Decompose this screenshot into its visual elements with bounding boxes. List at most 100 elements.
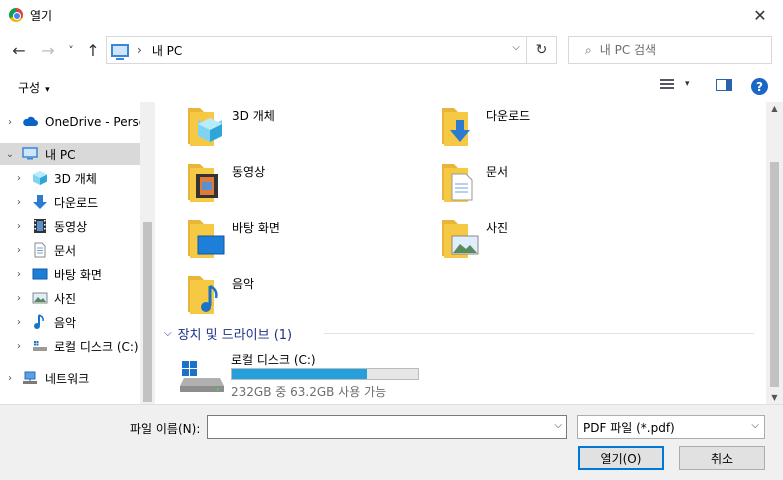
pictures-icon <box>32 292 48 304</box>
tree-item-downloads[interactable]: › 다운로드 <box>0 191 140 213</box>
scroll-down-icon[interactable]: ▼ <box>766 393 783 402</box>
tree-item-label: 3D 개체 <box>54 171 97 186</box>
scrollbar-thumb[interactable] <box>770 162 779 387</box>
filename-field[interactable]: ⌵ <box>207 415 567 439</box>
folder-item-3d-objects[interactable]: 3D 개체 <box>156 102 406 152</box>
tree-item-label: OneDrive - Persor <box>45 115 152 129</box>
open-button[interactable]: 열기(O) <box>578 446 664 470</box>
forward-icon[interactable]: → <box>38 38 58 62</box>
help-icon[interactable]: ? <box>751 78 768 95</box>
filetype-select[interactable]: PDF 파일 (*.pdf) ⌵ <box>577 415 765 439</box>
desktop-folder-icon <box>188 220 225 258</box>
tree-item-3d-objects[interactable]: › 3D 개체 <box>0 167 140 189</box>
chevron-down-icon[interactable]: ⌵ <box>512 42 520 53</box>
drive-icon <box>180 361 224 392</box>
expand-arrow-icon[interactable]: › <box>14 293 24 304</box>
drive-item-local-disk[interactable]: 로컬 디스크 (C:) 232GB 중 63.2GB 사용 가능 <box>176 350 436 400</box>
tree-item-label: 네트워크 <box>45 371 90 386</box>
tree-item-label: 사진 <box>54 291 77 306</box>
content-scrollbar[interactable]: ▲ ▼ <box>766 102 783 404</box>
expand-arrow-icon[interactable]: › <box>14 269 24 280</box>
change-view-icon[interactable] <box>660 79 674 92</box>
devices-section-header[interactable]: ⌵ 장치 및 드라이브 (1) <box>164 324 292 343</box>
recent-locations-icon[interactable]: ˅ <box>64 38 78 62</box>
view-options-caret-icon[interactable]: ▾ <box>685 79 690 89</box>
drive-free-space: 232GB 중 63.2GB 사용 가능 <box>231 385 387 399</box>
navigation-scrollbar[interactable] <box>140 102 155 404</box>
tree-item-label: 다운로드 <box>54 195 99 210</box>
folder-item-desktop[interactable]: 바탕 화면 <box>156 214 406 264</box>
scrollbar-thumb[interactable] <box>143 222 152 402</box>
tree-item-pictures[interactable]: › 사진 <box>0 287 140 309</box>
tree-item-onedrive[interactable]: › OneDrive - Persor <box>0 111 151 133</box>
drive-label: 로컬 디스크 (C:) <box>231 353 316 367</box>
search-input[interactable] <box>599 43 760 57</box>
navigation-pane[interactable]: › OneDrive - Persor ⌄ 내 PC › 3D 개체 › 다운로… <box>0 102 155 404</box>
expand-arrow-icon[interactable]: › <box>14 221 24 232</box>
preview-pane-icon[interactable] <box>716 79 732 91</box>
cancel-button[interactable]: 취소 <box>679 446 765 470</box>
network-icon <box>23 371 37 384</box>
tree-item-videos[interactable]: › 동영상 <box>0 215 140 237</box>
filename-label: 파일 이름(N): <box>130 422 201 436</box>
music-folder-icon <box>188 276 218 314</box>
tree-item-documents[interactable]: › 문서 <box>0 239 140 261</box>
scroll-up-icon[interactable]: ▲ <box>766 104 783 113</box>
window-title: 열기 <box>30 9 53 23</box>
back-icon[interactable]: ← <box>9 38 29 62</box>
3d-objects-icon <box>33 171 47 185</box>
section-title: 장치 및 드라이브 (1) <box>177 328 293 343</box>
folder-label: 다운로드 <box>486 109 531 123</box>
tree-item-local-disk[interactable]: › 로컬 디스크 (C:) <box>0 335 140 357</box>
bottom-panel: 파일 이름(N): ⌵ PDF 파일 (*.pdf) ⌵ 열기(O) 취소 <box>0 404 783 480</box>
folder-label: 사진 <box>486 221 509 235</box>
folder-item-videos[interactable]: 동영상 <box>156 158 406 208</box>
expand-arrow-icon[interactable]: › <box>5 117 15 128</box>
organize-button[interactable]: 구성 ▾ <box>18 79 50 96</box>
expand-arrow-icon[interactable]: › <box>14 317 24 328</box>
chrome-icon <box>9 8 23 22</box>
file-list[interactable]: 3D 개체 다운로드 동영상 문서 바탕 화면 사진 음악 ⌵ 장치 및 드라이… <box>156 102 766 404</box>
expand-arrow-icon[interactable]: › <box>14 341 24 352</box>
tree-item-label: 동영상 <box>54 219 88 234</box>
address-bar[interactable]: › 내 PC ⌵ ↻ <box>106 36 557 64</box>
pictures-folder-icon <box>442 220 479 258</box>
command-bar: 구성 ▾ ▾ ? <box>0 70 783 102</box>
pc-icon <box>22 147 38 160</box>
3d-objects-folder-icon <box>188 108 222 146</box>
folder-item-pictures[interactable]: 사진 <box>410 214 660 264</box>
expand-arrow-icon[interactable]: › <box>14 245 24 256</box>
refresh-icon[interactable]: ↻ <box>526 37 556 63</box>
title-bar: 열기 ✕ <box>0 0 783 30</box>
tree-item-desktop[interactable]: › 바탕 화면 <box>0 263 140 285</box>
section-divider <box>324 333 754 334</box>
tree-item-this-pc[interactable]: ⌄ 내 PC <box>0 143 140 165</box>
cloud-icon <box>23 116 38 126</box>
folder-item-documents[interactable]: 문서 <box>410 158 660 208</box>
chevron-down-icon[interactable]: ⌵ <box>554 420 562 431</box>
document-icon <box>34 242 46 258</box>
expand-arrow-icon[interactable]: › <box>14 173 24 184</box>
expand-arrow-icon[interactable]: › <box>5 373 15 384</box>
drive-usage-fill <box>232 369 368 379</box>
collapse-arrow-icon[interactable]: ⌄ <box>5 149 15 160</box>
folder-item-music[interactable]: 음악 <box>156 270 406 320</box>
expand-arrow-icon[interactable]: › <box>14 197 24 208</box>
tree-item-music[interactable]: › 음악 <box>0 311 140 333</box>
search-box[interactable]: ⌕ <box>568 36 772 64</box>
folder-item-downloads[interactable]: 다운로드 <box>410 102 660 152</box>
breadcrumb-separator[interactable]: › <box>137 43 142 57</box>
tree-item-label: 문서 <box>54 243 77 258</box>
tree-item-network[interactable]: › 네트워크 <box>0 367 140 389</box>
tree-item-label: 바탕 화면 <box>54 267 102 282</box>
pc-icon <box>111 43 129 60</box>
chevron-down-icon[interactable]: ⌵ <box>751 420 759 431</box>
up-icon[interactable]: ↑ <box>84 38 102 62</box>
video-folder-icon <box>188 164 218 202</box>
desktop-icon <box>32 268 48 280</box>
folder-label: 동영상 <box>232 165 266 179</box>
breadcrumb[interactable]: 내 PC <box>152 42 182 59</box>
chevron-down-icon[interactable]: ⌵ <box>164 328 172 339</box>
close-icon[interactable]: ✕ <box>737 0 783 30</box>
navigation-bar: ← → ˅ ↑ › 내 PC ⌵ ↻ ⌕ <box>0 30 783 70</box>
